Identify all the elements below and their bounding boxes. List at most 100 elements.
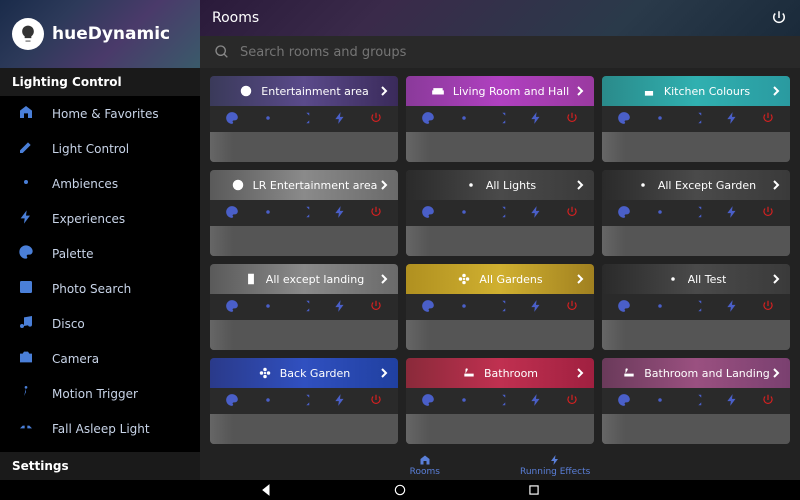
- palette-icon[interactable]: [225, 204, 239, 223]
- sidebar-item-4[interactable]: Palette: [0, 236, 200, 271]
- brightness-slider[interactable]: [406, 320, 594, 350]
- settings-icon[interactable]: [261, 298, 275, 317]
- settings-icon[interactable]: [653, 298, 667, 317]
- brightness-slider[interactable]: [210, 414, 398, 444]
- sidebar-item-5[interactable]: Photo Search: [0, 271, 200, 306]
- bolt-icon[interactable]: [333, 392, 347, 411]
- power-icon[interactable]: [565, 110, 579, 129]
- bolt-icon[interactable]: [725, 298, 739, 317]
- room-header[interactable]: Bathroom: [406, 358, 594, 388]
- recent-icon[interactable]: [527, 483, 541, 497]
- palette-icon[interactable]: [421, 110, 435, 129]
- settings-icon[interactable]: [457, 392, 471, 411]
- shuffle-icon[interactable]: [493, 110, 507, 129]
- search-input[interactable]: [240, 45, 786, 60]
- power-icon[interactable]: [761, 392, 775, 411]
- brightness-slider[interactable]: [406, 132, 594, 162]
- palette-icon[interactable]: [617, 392, 631, 411]
- bolt-icon[interactable]: [333, 110, 347, 129]
- power-icon[interactable]: [369, 110, 383, 129]
- shuffle-icon[interactable]: [493, 392, 507, 411]
- nav-effects[interactable]: Running Effects: [520, 454, 590, 477]
- brightness-slider[interactable]: [210, 226, 398, 256]
- shuffle-icon[interactable]: [297, 298, 311, 317]
- bolt-icon[interactable]: [333, 204, 347, 223]
- palette-icon[interactable]: [617, 110, 631, 129]
- shuffle-icon[interactable]: [689, 298, 703, 317]
- room-header[interactable]: All Lights: [406, 170, 594, 200]
- back-icon[interactable]: [259, 483, 273, 497]
- palette-icon[interactable]: [421, 392, 435, 411]
- shuffle-icon[interactable]: [689, 392, 703, 411]
- shuffle-icon[interactable]: [297, 204, 311, 223]
- palette-icon[interactable]: [617, 204, 631, 223]
- power-icon[interactable]: [565, 298, 579, 317]
- brightness-slider[interactable]: [406, 414, 594, 444]
- bolt-icon[interactable]: [725, 204, 739, 223]
- room-header[interactable]: Kitchen Colours: [602, 76, 790, 106]
- bolt-icon[interactable]: [725, 110, 739, 129]
- palette-icon[interactable]: [421, 298, 435, 317]
- sidebar-item-8[interactable]: Motion Trigger: [0, 376, 200, 411]
- settings-icon[interactable]: [653, 392, 667, 411]
- brightness-slider[interactable]: [210, 132, 398, 162]
- settings-icon[interactable]: [457, 204, 471, 223]
- shuffle-icon[interactable]: [297, 392, 311, 411]
- sidebar-item-7[interactable]: Camera: [0, 341, 200, 376]
- settings-icon[interactable]: [457, 298, 471, 317]
- palette-icon[interactable]: [225, 392, 239, 411]
- shuffle-icon[interactable]: [493, 298, 507, 317]
- bolt-icon[interactable]: [529, 298, 543, 317]
- sidebar-item-1[interactable]: Light Control: [0, 131, 200, 166]
- bolt-icon[interactable]: [529, 392, 543, 411]
- room-header[interactable]: All Gardens: [406, 264, 594, 294]
- settings-icon[interactable]: [261, 392, 275, 411]
- power-icon[interactable]: [565, 392, 579, 411]
- settings-icon[interactable]: [457, 110, 471, 129]
- settings-icon[interactable]: [653, 110, 667, 129]
- power-icon[interactable]: [761, 298, 775, 317]
- room-header[interactable]: All except landing: [210, 264, 398, 294]
- palette-icon[interactable]: [421, 204, 435, 223]
- room-header[interactable]: LR Entertainment area: [210, 170, 398, 200]
- room-header[interactable]: All Except Garden: [602, 170, 790, 200]
- room-header[interactable]: Back Garden: [210, 358, 398, 388]
- settings-icon[interactable]: [653, 204, 667, 223]
- shuffle-icon[interactable]: [297, 110, 311, 129]
- power-icon[interactable]: [369, 298, 383, 317]
- brightness-slider[interactable]: [602, 226, 790, 256]
- sidebar-item-0[interactable]: Home & Favorites: [0, 96, 200, 131]
- palette-icon[interactable]: [225, 298, 239, 317]
- bolt-icon[interactable]: [333, 298, 347, 317]
- brightness-slider[interactable]: [602, 414, 790, 444]
- bolt-icon[interactable]: [725, 392, 739, 411]
- sidebar-item-3[interactable]: Experiences: [0, 201, 200, 236]
- shuffle-icon[interactable]: [493, 204, 507, 223]
- room-header[interactable]: Entertainment area: [210, 76, 398, 106]
- palette-icon[interactable]: [617, 298, 631, 317]
- room-header[interactable]: All Test: [602, 264, 790, 294]
- rooms-scroll[interactable]: Entertainment area Living Room and Hall …: [200, 68, 800, 450]
- brightness-slider[interactable]: [406, 226, 594, 256]
- room-header[interactable]: Bathroom and Landing: [602, 358, 790, 388]
- sidebar-item-6[interactable]: Disco: [0, 306, 200, 341]
- brightness-slider[interactable]: [210, 320, 398, 350]
- bolt-icon[interactable]: [529, 204, 543, 223]
- shuffle-icon[interactable]: [689, 110, 703, 129]
- power-icon[interactable]: [770, 9, 788, 27]
- room-header[interactable]: Living Room and Hall: [406, 76, 594, 106]
- power-icon[interactable]: [369, 392, 383, 411]
- settings-icon[interactable]: [261, 110, 275, 129]
- brightness-slider[interactable]: [602, 320, 790, 350]
- power-icon[interactable]: [761, 204, 775, 223]
- palette-icon[interactable]: [225, 110, 239, 129]
- sidebar-item-2[interactable]: Ambiences: [0, 166, 200, 201]
- nav-rooms[interactable]: Rooms: [410, 454, 440, 477]
- brightness-slider[interactable]: [602, 132, 790, 162]
- settings-icon[interactable]: [261, 204, 275, 223]
- power-icon[interactable]: [565, 204, 579, 223]
- power-icon[interactable]: [761, 110, 775, 129]
- bolt-icon[interactable]: [529, 110, 543, 129]
- sidebar-item-9[interactable]: Fall Asleep Light: [0, 411, 200, 446]
- home-icon[interactable]: [393, 483, 407, 497]
